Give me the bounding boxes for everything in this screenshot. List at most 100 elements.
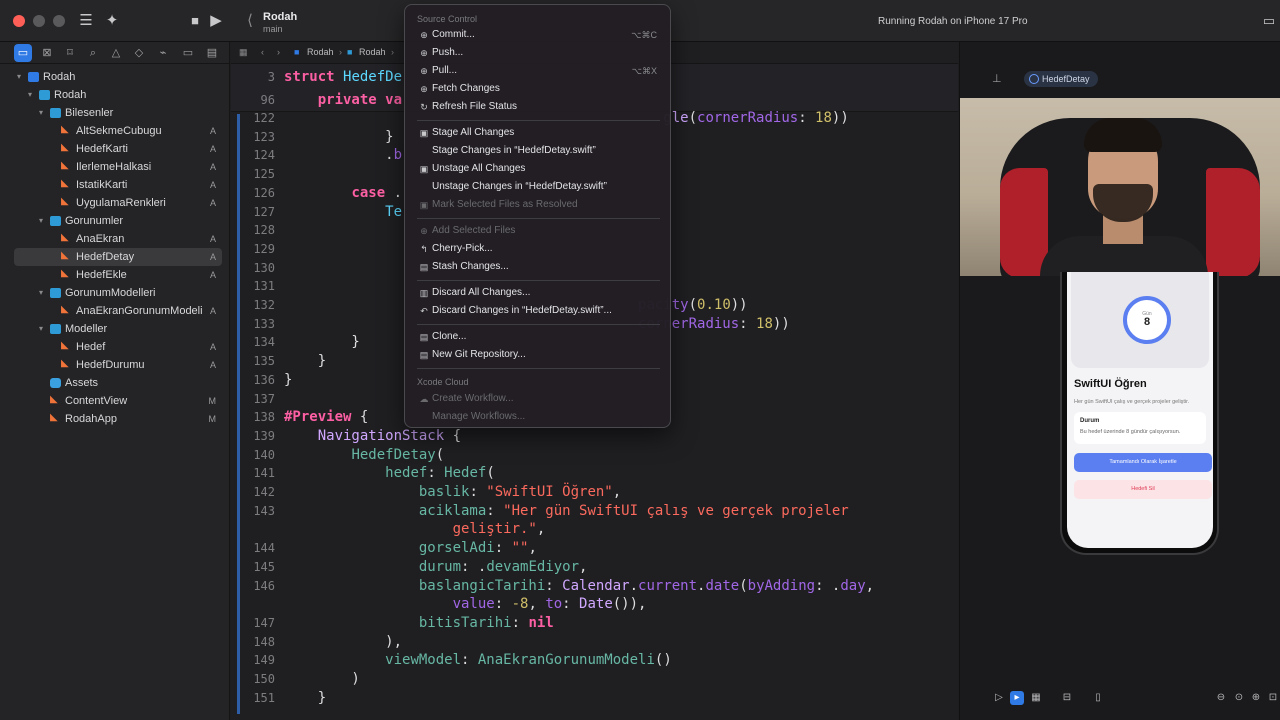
scm-status-badge: A bbox=[209, 234, 216, 244]
disclosure-icon[interactable]: ▾ bbox=[39, 320, 49, 338]
pin-icon[interactable]: ⊥ bbox=[992, 72, 1002, 85]
mark-complete-button[interactable]: Tamamlandı Olarak İşaretle bbox=[1074, 453, 1212, 472]
zoom-fit-icon[interactable]: ⊡ bbox=[1266, 691, 1280, 705]
code-line[interactable]: geliştir.", bbox=[231, 520, 958, 539]
menu-item-cherry-pick[interactable]: ↰ Cherry-Pick... bbox=[410, 240, 667, 258]
menu-item-fetch-changes[interactable]: ⊕ Fetch Changes bbox=[410, 80, 667, 98]
code-text: baslangicTarihi: Calendar.current.date(b… bbox=[418, 577, 875, 594]
device-icon[interactable]: ▯ bbox=[1091, 691, 1105, 705]
tree-item-rodah[interactable]: ▾ Rodah bbox=[14, 86, 222, 104]
tree-item-bilesenler[interactable]: ▾ Bilesenler bbox=[14, 104, 222, 122]
folder-icon[interactable]: ▭ bbox=[14, 44, 32, 62]
disclosure-icon[interactable]: ▾ bbox=[39, 104, 49, 122]
code-line[interactable]: 142 baslik: "SwiftUI Öğren", bbox=[231, 483, 958, 502]
menu-item-unstage-changes-in-hedefdetay-swift[interactable]: Unstage Changes in “HedefDetay.swift” bbox=[410, 178, 667, 196]
code-line[interactable]: 139 NavigationStack { bbox=[231, 427, 958, 446]
preview-tab[interactable]: HedefDetay bbox=[1024, 71, 1098, 87]
code-line[interactable]: 150 ) bbox=[231, 670, 958, 689]
code-line[interactable]: 147 bitisTarihi: nil bbox=[231, 614, 958, 633]
menu-item-discard-all-changes[interactable]: ▥ Discard All Changes... bbox=[410, 284, 667, 302]
code-line[interactable]: 149 viewModel: AnaEkranGorunumModeli() bbox=[231, 651, 958, 670]
menu-item-clone[interactable]: ▤ Clone... bbox=[410, 328, 667, 346]
tree-item-contentview[interactable]: ◣ ContentView M bbox=[14, 392, 222, 410]
menu-item-pull[interactable]: ⊕ Pull... ⌥⌘X bbox=[410, 62, 667, 80]
disclosure-icon[interactable]: ▾ bbox=[39, 212, 49, 230]
tree-item-gorunummodelleri[interactable]: ▾ GorunumModelleri bbox=[14, 284, 222, 302]
select-mode-icon[interactable]: ▸ bbox=[1010, 691, 1024, 705]
menu-item-refresh-file-status[interactable]: ↻ Refresh File Status bbox=[410, 98, 667, 116]
menu-item-stash-changes[interactable]: ▤ Stash Changes... bbox=[410, 258, 667, 276]
back-icon[interactable]: ‹ bbox=[261, 47, 264, 57]
variants-icon[interactable]: ▦ bbox=[1029, 691, 1043, 705]
assets-icon bbox=[50, 378, 61, 388]
assistant-sparkle-icon[interactable]: ✦ bbox=[101, 10, 123, 32]
menu-item-new-git-repository[interactable]: ▤ New Git Repository... bbox=[410, 346, 667, 364]
tree-item-uygulamarenkleri[interactable]: ◣ UygulamaRenkleri A bbox=[14, 194, 222, 212]
search-icon[interactable]: ⌕ bbox=[84, 44, 102, 62]
menu-item-unstage-all-changes[interactable]: ▣ Unstage All Changes bbox=[410, 160, 667, 178]
test-icon[interactable]: ◇ bbox=[130, 44, 148, 62]
tree-item-gorunumler[interactable]: ▾ Gorunumler bbox=[14, 212, 222, 230]
tree-item-hedef[interactable]: ◣ Hedef A bbox=[14, 338, 222, 356]
line-number: 137 bbox=[253, 391, 275, 406]
tree-item-altsekmecubugu[interactable]: ◣ AltSekmeCubugu A bbox=[14, 122, 222, 140]
code-line[interactable]: 140 HedefDetay( bbox=[231, 446, 958, 465]
grid-icon[interactable]: ▦ bbox=[239, 47, 248, 58]
tree-item-modeller[interactable]: ▾ Modeller bbox=[14, 320, 222, 338]
code-line[interactable]: 151 } bbox=[231, 689, 958, 708]
tree-item-rodah[interactable]: ▾ Rodah bbox=[14, 68, 222, 86]
zoom-in-icon[interactable]: ⊕ bbox=[1249, 691, 1263, 705]
navigator-toggle-icon[interactable]: ☰ bbox=[75, 10, 97, 32]
stop-icon[interactable]: ■ bbox=[184, 10, 206, 32]
close-window-button[interactable] bbox=[13, 15, 25, 27]
app-screen[interactable]: Gün 8 SwiftUI Öğren Her gün SwiftUI çalı… bbox=[1067, 272, 1213, 548]
code-line[interactable]: 143 aciklama: "Her gün SwiftUI çalış ve … bbox=[231, 502, 958, 521]
menu-item-commit[interactable]: ⊕ Commit... ⌥⌘C bbox=[410, 26, 667, 44]
tree-item-hedefdetay[interactable]: ◣ HedefDetay A bbox=[14, 248, 222, 266]
menu-item-stage-changes-in-hedefdetay-swift[interactable]: Stage Changes in “HedefDetay.swift” bbox=[410, 142, 667, 160]
delete-goal-button[interactable]: Hedefi Sil bbox=[1074, 480, 1212, 499]
breadcrumb-folder[interactable]: Rodah bbox=[359, 47, 386, 57]
code-line[interactable]: 146 baslangicTarihi: Calendar.current.da… bbox=[231, 577, 958, 596]
report-icon[interactable]: ▤ bbox=[203, 44, 221, 62]
code-line[interactable]: value: -8, to: Date()), bbox=[231, 595, 958, 614]
menu-item-push[interactable]: ⊕ Push... bbox=[410, 44, 667, 62]
run-icon[interactable]: ▶ bbox=[205, 10, 227, 32]
forward-icon[interactable]: › bbox=[277, 47, 280, 57]
disclosure-icon[interactable]: ▾ bbox=[17, 68, 27, 86]
zoom-out-icon[interactable]: ⊖ bbox=[1214, 691, 1228, 705]
warning-icon[interactable]: △ bbox=[107, 44, 125, 62]
code-line[interactable]: 144 gorselAdi: "", bbox=[231, 539, 958, 558]
source-control-icon[interactable]: ⊠ bbox=[38, 44, 56, 62]
tree-item-anaekran[interactable]: ◣ AnaEkran A bbox=[14, 230, 222, 248]
tree-item-anaekrangorunummodeli[interactable]: ◣ AnaEkranGorunumModeli A bbox=[14, 302, 222, 320]
tree-item-hedefekle[interactable]: ◣ HedefEkle A bbox=[14, 266, 222, 284]
code-line[interactable]: 145 durum: .devamEdiyor, bbox=[231, 558, 958, 577]
code-line[interactable]: 141 hedef: Hedef( bbox=[231, 464, 958, 483]
inspector-toggle-icon[interactable]: ▭ bbox=[1258, 10, 1280, 32]
tree-item-hedefdurumu[interactable]: ◣ HedefDurumu A bbox=[14, 356, 222, 374]
disclosure-icon[interactable]: ▾ bbox=[39, 284, 49, 302]
scheme-icon[interactable]: ⟨ bbox=[239, 10, 261, 32]
live-preview-icon[interactable]: ▷ bbox=[992, 691, 1006, 705]
tree-item-rodahapp[interactable]: ◣ RodahApp M bbox=[14, 410, 222, 428]
code-line[interactable]: 148 ), bbox=[231, 633, 958, 652]
disclosure-icon[interactable]: ▾ bbox=[28, 86, 38, 104]
line-number: 147 bbox=[253, 615, 275, 630]
zoom-actual-icon[interactable]: ⊙ bbox=[1232, 691, 1246, 705]
tree-item-istatikkarti[interactable]: ◣ IstatikKarti A bbox=[14, 176, 222, 194]
tree-item-assets[interactable]: Assets bbox=[14, 374, 222, 392]
bookmark-icon[interactable]: ⌑ bbox=[61, 44, 79, 62]
menu-item-discard-changes-in-hedefdetay-swift[interactable]: ↶ Discard Changes in “HedefDetay.swift”..… bbox=[410, 302, 667, 320]
breakpoint-icon[interactable]: ▭ bbox=[179, 44, 197, 62]
tree-item-ilerlemehalkasi[interactable]: ◣ IlerlemeHalkasi A bbox=[14, 158, 222, 176]
breadcrumb-project[interactable]: Rodah bbox=[307, 47, 334, 57]
menu-item-stage-all-changes[interactable]: ▣ Stage All Changes bbox=[410, 124, 667, 142]
minimize-window-button[interactable] bbox=[33, 15, 45, 27]
tree-item-hedefkarti[interactable]: ◣ HedefKarti A bbox=[14, 140, 222, 158]
project-name[interactable]: Rodah bbox=[263, 11, 297, 23]
zoom-window-button[interactable] bbox=[53, 15, 65, 27]
device-settings-icon[interactable]: ⊟ bbox=[1060, 691, 1074, 705]
cherry-pick-icon: ↰ bbox=[420, 244, 428, 254]
debug-icon[interactable]: ⌁ bbox=[154, 44, 172, 62]
